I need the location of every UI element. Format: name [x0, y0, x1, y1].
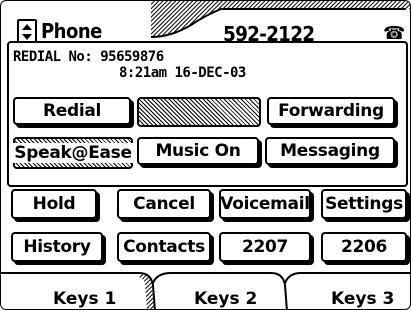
blank-button[interactable]: [137, 97, 261, 127]
speak-at-ease-button-label: Speak@Ease: [12, 143, 134, 163]
extension-2206-label: 2206: [340, 237, 388, 257]
contacts-button[interactable]: Contacts: [117, 232, 211, 262]
history-button-label: History: [23, 237, 91, 257]
extension-2207-button[interactable]: 2207: [219, 232, 311, 262]
hold-button[interactable]: Hold: [11, 189, 97, 219]
device-screen: Phone 592-2122 ext.2206 ☎ REDIAL No: 956…: [0, 0, 411, 310]
messaging-button-label: Messaging: [280, 141, 380, 161]
voicemail-button[interactable]: Voicemail: [219, 189, 311, 219]
cancel-button-label: Cancel: [133, 194, 195, 214]
music-on-button[interactable]: Music On: [137, 137, 259, 165]
hold-button-label: Hold: [32, 194, 76, 214]
tab-keys-2[interactable]: Keys 2: [194, 289, 257, 309]
redial-button[interactable]: Redial: [13, 97, 131, 125]
redial-timestamp-text: 8:21am 16-DEC-03: [119, 65, 246, 81]
speak-at-ease-button[interactable]: Speak@Ease: [12, 137, 134, 169]
forwarding-button-label: Forwarding: [278, 101, 384, 121]
settings-button-label: Settings: [325, 194, 403, 214]
settings-button[interactable]: Settings: [321, 189, 407, 219]
extension-2207-label: 2207: [241, 237, 289, 257]
contacts-button-label: Contacts: [123, 237, 205, 257]
status-panel: REDIAL No: 95659876 8:21am 16-DEC-03 Red…: [7, 41, 408, 187]
voicemail-button-label: Voicemail: [220, 194, 310, 214]
app-title: Phone: [41, 19, 102, 43]
tab-keys-1[interactable]: Keys 1: [53, 289, 116, 309]
redial-number-text: REDIAL No: 95659876: [13, 49, 164, 65]
history-button[interactable]: History: [11, 232, 103, 262]
cancel-button[interactable]: Cancel: [117, 189, 211, 219]
tab-keys-3[interactable]: Keys 3: [331, 289, 394, 309]
forwarding-button[interactable]: Forwarding: [267, 97, 395, 125]
messaging-button[interactable]: Messaging: [265, 137, 395, 165]
music-on-button-label: Music On: [155, 141, 241, 161]
extension-2206-button[interactable]: 2206: [321, 232, 407, 262]
redial-button-label: Redial: [42, 101, 102, 121]
